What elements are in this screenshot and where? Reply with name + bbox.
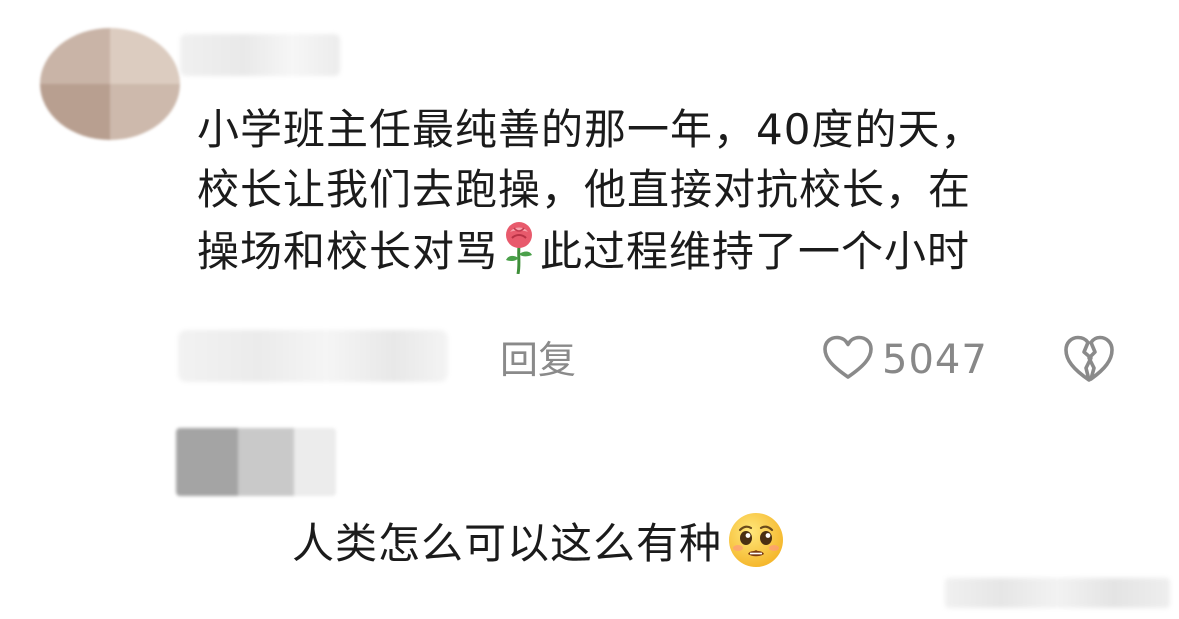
reply-text: 人类怎么可以这么有种 [292,519,723,568]
rose-emoji [500,220,538,290]
comment-line: 小学班主任最纯善的那一年，40度的天， [197,105,984,154]
comment-line: 操场和校长对骂 此过程维持了一个小时 [197,220,1137,280]
username-redacted[interactable] [180,34,340,76]
timestamp-location-redacted [178,330,448,382]
avatar[interactable] [40,28,180,140]
watermark-redacted [945,578,1170,608]
pleading-face-emoji [726,510,786,586]
reply-body: 人类怎么可以这么有种 [292,510,786,586]
comment-body: 小学班主任最纯善的那一年，40度的天， 校长让我们去跑操，他直接对抗校长，在 操… [197,100,1137,280]
like-count: 5047 [882,337,988,383]
comment-line-part: 操场和校长对骂 [197,227,499,276]
like-button[interactable]: 5047 [822,333,988,387]
comment-line-part: 此过程维持了一个小时 [540,227,971,276]
dislike-button[interactable] [1062,334,1116,386]
broken-heart-icon [1062,335,1116,388]
reply-button[interactable]: 回复 [500,336,576,384]
heart-outline-icon [822,335,874,385]
reply-avatar-redacted[interactable] [176,428,336,496]
comment-line: 校长让我们去跑操，他直接对抗校长，在 [197,165,972,214]
